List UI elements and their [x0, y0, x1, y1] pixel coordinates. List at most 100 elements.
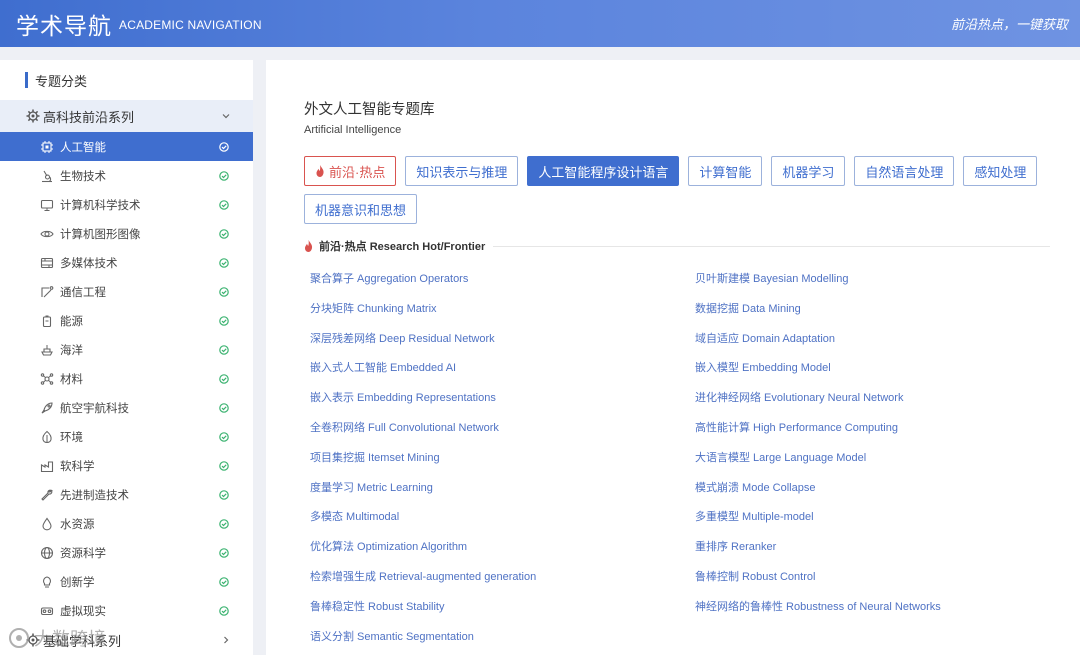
- term-link[interactable]: 鲁棒稳定性 Robust Stability: [310, 593, 695, 623]
- microscope-icon: [40, 169, 54, 183]
- term-link[interactable]: 多模态 Multimodal: [310, 503, 695, 533]
- brand-title[interactable]: 学术导航: [16, 7, 112, 41]
- sidebar-item[interactable]: 软科学: [0, 451, 253, 480]
- sidebar-item[interactable]: 海洋: [0, 335, 253, 364]
- chevron-down-icon[interactable]: [221, 111, 231, 121]
- term-link[interactable]: 全卷积网络 Full Convolutional Network: [310, 414, 695, 444]
- sidebar-item-label: 先进制造技术: [60, 489, 129, 502]
- section-header: 前沿·热点 Research Hot/Frontier: [304, 238, 1050, 254]
- sidebar-item[interactable]: 环境: [0, 422, 253, 451]
- battery-icon: [40, 314, 54, 328]
- category-tab[interactable]: 计算智能: [688, 156, 763, 186]
- rocket-icon: [40, 401, 54, 415]
- term-link[interactable]: 高性能计算 High Performance Computing: [695, 414, 1030, 444]
- section-title: 前沿·热点 Research Hot/Frontier: [319, 241, 486, 253]
- term-link[interactable]: 优化算法 Optimization Algorithm: [310, 533, 695, 563]
- chevron-right-icon[interactable]: [221, 635, 231, 645]
- category-tab-label: 自然语言处理: [865, 164, 944, 180]
- term-link[interactable]: 模式崩溃 Mode Collapse: [695, 474, 1030, 504]
- term-link[interactable]: 度量学习 Metric Learning: [310, 474, 695, 504]
- globe-icon: [40, 546, 54, 560]
- category-tabs: 前沿·热点 知识表示与推理 人工智能程序设计语言 计算智能 机器学习 自然语言处理 感知处理…: [304, 156, 1044, 224]
- sidebar-item-label: 计算机图形图像: [60, 228, 141, 241]
- sidebar-item[interactable]: 计算机科学技术: [0, 190, 253, 219]
- page-subtitle: Artificial Intelligence: [304, 124, 402, 136]
- term-link[interactable]: 数据挖掘 Data Mining: [695, 295, 1030, 325]
- term-link[interactable]: 检索增强生成 Retrieval-augmented generation: [310, 563, 695, 593]
- sidebar-item[interactable]: 先进制造技术: [0, 480, 253, 509]
- sidebar-item-label: 软科学: [60, 460, 95, 473]
- wrench-icon: [40, 488, 54, 502]
- category-tab[interactable]: 机器意识和思想: [304, 194, 418, 224]
- flame-icon: [315, 165, 325, 177]
- sidebar-item[interactable]: 计算机图形图像: [0, 219, 253, 248]
- term-link[interactable]: 语义分割 Semantic Segmentation: [310, 623, 695, 653]
- term-link[interactable]: 嵌入式人工智能 Embedded AI: [310, 354, 695, 384]
- sidebar-item-label: 水资源: [60, 518, 95, 531]
- category-tab-label: 计算智能: [699, 164, 752, 180]
- sidebar-group-high-tech[interactable]: 高科技前沿系列: [0, 100, 253, 132]
- term-link[interactable]: 项目集挖掘 Itemset Mining: [310, 444, 695, 474]
- category-tab[interactable]: 自然语言处理: [854, 156, 955, 186]
- term-link[interactable]: 大语言模型 Large Language Model: [695, 444, 1030, 474]
- title-accent-bar: [25, 72, 28, 88]
- sidebar-item-label: 虚拟现实: [60, 605, 106, 618]
- page-title: 外文人工智能专题库: [304, 102, 435, 118]
- category-tab[interactable]: 机器学习: [771, 156, 846, 186]
- term-link[interactable]: 域自适应 Domain Adaptation: [695, 325, 1030, 355]
- watermark-logo-icon: [8, 627, 30, 649]
- check-circle-icon: [219, 373, 229, 384]
- check-circle-icon: [219, 489, 229, 500]
- sidebar-item-label: 生物技术: [60, 170, 106, 183]
- sidebar-item[interactable]: 生物技术: [0, 161, 253, 190]
- antenna-icon: [40, 285, 54, 299]
- check-circle-icon: [219, 605, 229, 616]
- sidebar-item[interactable]: 通信工程: [0, 277, 253, 306]
- sidebar-item[interactable]: 多媒体技术: [0, 248, 253, 277]
- check-circle-icon: [219, 518, 229, 529]
- watermark: 大数跨境: [8, 625, 106, 651]
- sidebar-item-label: 能源: [60, 315, 83, 328]
- check-circle-icon: [219, 547, 229, 558]
- sidebar-item-label: 通信工程: [60, 286, 106, 299]
- sidebar-item[interactable]: 航空宇航科技: [0, 393, 253, 422]
- term-link[interactable]: 嵌入模型 Embedding Model: [695, 354, 1030, 384]
- sidebar-item-label: 创新学: [60, 576, 95, 589]
- check-circle-icon: [219, 431, 229, 442]
- term-link[interactable]: 神经网络的鲁棒性 Robustness of Neural Networks: [695, 593, 1030, 623]
- term-link[interactable]: 鲁棒控制 Robust Control: [695, 563, 1030, 593]
- category-tab-label: 人工智能程序设计语言: [538, 164, 669, 180]
- category-tab[interactable]: 知识表示与推理: [405, 156, 519, 186]
- category-tab-label: 前沿·热点: [329, 164, 386, 180]
- sidebar-item[interactable]: 创新学: [0, 567, 253, 596]
- category-tab-label: 机器学习: [782, 164, 835, 180]
- term-link[interactable]: 聚合算子 Aggregation Operators: [310, 265, 695, 295]
- sidebar-item[interactable]: 虚拟现实: [0, 596, 253, 625]
- gear-icon: [26, 109, 40, 123]
- category-tab[interactable]: 前沿·热点: [304, 156, 397, 186]
- sidebar-item[interactable]: 人工智能: [0, 132, 253, 161]
- term-link[interactable]: 进化神经网络 Evolutionary Neural Network: [695, 384, 1030, 414]
- check-circle-icon: [219, 315, 229, 326]
- category-tab[interactable]: 感知处理: [963, 156, 1038, 186]
- sidebar-group-label: 高科技前沿系列: [43, 109, 135, 125]
- sidebar-item[interactable]: 资源科学: [0, 538, 253, 567]
- term-link[interactable]: 重排序 Reranker: [695, 533, 1030, 563]
- term-link[interactable]: 分块矩阵 Chunking Matrix: [310, 295, 695, 325]
- sidebar-item[interactable]: 能源: [0, 306, 253, 335]
- top-header: 学术导航 ACADEMIC NAVIGATION 前沿热点，一键获取: [0, 0, 1080, 47]
- brand-subtitle: ACADEMIC NAVIGATION: [119, 18, 262, 32]
- check-circle-icon: [219, 576, 229, 587]
- sidebar-item[interactable]: 水资源: [0, 509, 253, 538]
- term-link[interactable]: 贝叶斯建模 Bayesian Modelling: [695, 265, 1030, 295]
- category-tab[interactable]: 人工智能程序设计语言: [527, 156, 680, 186]
- sidebar: 专题分类 高科技前沿系列 人工智能 生物技术 计算机科学技术 计算机图形图像 多媒体技术…: [0, 60, 253, 655]
- sidebar-item[interactable]: 材料: [0, 364, 253, 393]
- main-panel: 外文人工智能专题库 Artificial Intelligence 前沿·热点 知…: [266, 60, 1080, 655]
- flame-icon: [304, 240, 313, 252]
- term-link[interactable]: 多重模型 Multiple-model: [695, 503, 1030, 533]
- sidebar-item-label: 计算机科学技术: [60, 199, 141, 212]
- term-link[interactable]: 嵌入表示 Embedding Representations: [310, 384, 695, 414]
- term-link[interactable]: 深层残差网络 Deep Residual Network: [310, 325, 695, 355]
- category-tab-label: 知识表示与推理: [416, 164, 508, 180]
